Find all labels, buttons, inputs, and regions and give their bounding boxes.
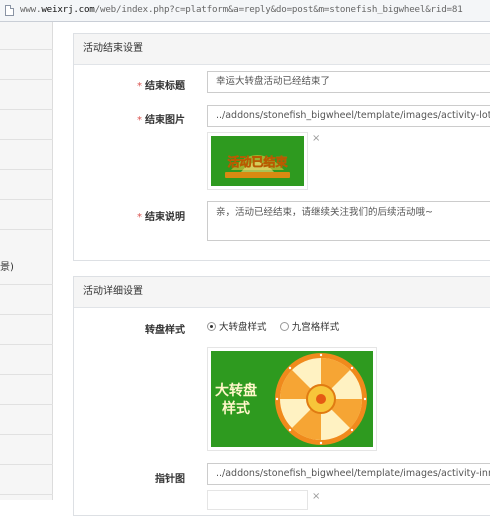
remove-pointer-image-icon[interactable]: × (312, 491, 320, 502)
url-prefix: www. (20, 4, 42, 15)
url-text[interactable]: www.weixrj.com/web/index.php?c=platform&… (20, 4, 463, 15)
panel-heading: 活动结束设置 (74, 34, 490, 65)
sidebar: 景) (0, 22, 53, 500)
sidebar-divider (0, 169, 53, 170)
wheel-image-caption-2: 样式 (222, 400, 250, 417)
radio-big-wheel[interactable] (207, 321, 216, 331)
url-domain: weixrj.com (41, 4, 95, 15)
sidebar-fragment: 景) (0, 262, 14, 273)
end-title-label-text: 结束标题 (145, 81, 185, 92)
sidebar-divider (0, 314, 53, 315)
end-title-input[interactable]: 幸运大转盘活动已经结束了 (207, 71, 490, 93)
wheel-style-radio-group: 大转盘样式 九宫格样式 (207, 319, 349, 333)
end-image-label: * 结束图片 (73, 111, 185, 126)
radio-big-wheel-label[interactable]: 大转盘样式 (219, 322, 267, 333)
sidebar-divider (0, 139, 53, 140)
sidebar-divider (0, 464, 53, 465)
end-desc-label: * 结束说明 (73, 208, 185, 223)
end-image-label-text: 结束图片 (145, 115, 185, 126)
sidebar-divider (0, 404, 53, 405)
page-icon (5, 5, 14, 16)
end-desc-textarea[interactable]: 亲，活动已经结束，请继续关注我们的后续活动哦~ (207, 201, 490, 241)
pointer-label: 指针图 (155, 474, 185, 485)
sidebar-divider (0, 494, 53, 495)
panel-heading: 活动详细设置 (74, 277, 490, 308)
end-title-label: * 结束标题 (73, 77, 185, 92)
required-star: * (137, 212, 142, 223)
wheel-image-caption-1: 大转盘 (215, 382, 257, 399)
sidebar-divider (0, 79, 53, 80)
sidebar-divider (0, 199, 53, 200)
radio-nine-grid-label[interactable]: 九宫格样式 (292, 322, 340, 333)
pointer-path-input[interactable]: ../addons/stonefish_bigwheel/template/im… (207, 463, 490, 485)
sidebar-divider (0, 229, 53, 230)
remove-end-image-icon[interactable]: × (312, 133, 320, 144)
sidebar-divider (0, 49, 53, 50)
sidebar-divider (0, 434, 53, 435)
sidebar-divider (0, 344, 53, 345)
required-star: * (137, 81, 142, 92)
end-image-preview: 活动已结束 (207, 132, 308, 190)
wheel-style-graphic: 大转盘 样式 (211, 351, 373, 447)
required-star: * (137, 115, 142, 126)
sidebar-divider (0, 374, 53, 375)
sidebar-divider (0, 284, 53, 285)
wheel-style-label: 转盘样式 (145, 325, 185, 336)
end-desc-label-text: 结束说明 (145, 212, 185, 223)
pointer-image-preview (207, 490, 308, 510)
end-image-graphic: 活动已结束 (211, 136, 304, 186)
url-path: /web/index.php?c=platform&a=reply&do=pos… (94, 4, 463, 15)
sidebar-divider (0, 109, 53, 110)
radio-nine-grid[interactable] (279, 321, 289, 331)
end-image-path-input[interactable]: ../addons/stonefish_bigwheel/template/im… (207, 105, 490, 127)
wheel-style-preview: 大转盘 样式 (207, 347, 377, 451)
address-bar[interactable]: www.weixrj.com/web/index.php?c=platform&… (0, 0, 490, 22)
end-image-caption: 活动已结束 (227, 154, 288, 169)
